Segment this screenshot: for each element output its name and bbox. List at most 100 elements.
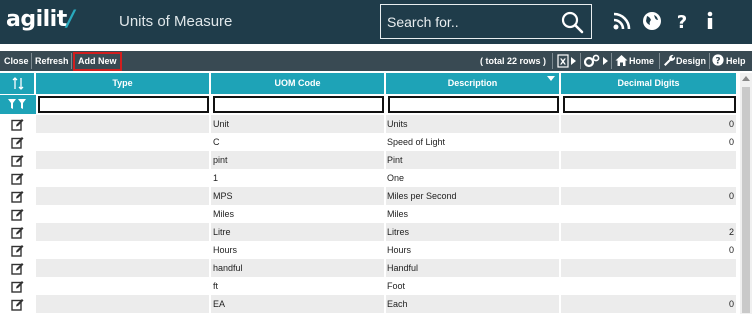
edit-cell bbox=[0, 295, 36, 313]
rss-icon[interactable] bbox=[611, 10, 633, 32]
info-icon[interactable] bbox=[699, 10, 721, 32]
edit-icon[interactable] bbox=[11, 172, 24, 185]
filter-uom-code-input[interactable] bbox=[213, 96, 384, 113]
table-row[interactable]: MPS Miles per Second 0 bbox=[0, 187, 740, 205]
filter-toggle[interactable] bbox=[0, 95, 36, 114]
close-button[interactable]: Close bbox=[1, 52, 32, 70]
column-header-decimal-digits[interactable]: Decimal Digits bbox=[561, 73, 738, 94]
cell-description: Units bbox=[386, 115, 561, 133]
table-row[interactable]: handful Handful bbox=[0, 259, 740, 277]
app-header: agilit/ Units of Measure ? bbox=[0, 0, 752, 44]
edit-icon[interactable] bbox=[11, 190, 24, 203]
sort-icon[interactable] bbox=[12, 77, 24, 90]
edit-icon[interactable] bbox=[11, 298, 24, 311]
table-row[interactable]: Unit Units 0 bbox=[0, 115, 740, 133]
cell-decimal-digits bbox=[561, 277, 738, 295]
settings-icon[interactable] bbox=[584, 54, 600, 68]
table-row[interactable]: pint Pint bbox=[0, 151, 740, 169]
cell-type bbox=[36, 223, 211, 241]
wrench-icon[interactable] bbox=[663, 54, 675, 67]
edit-icon[interactable] bbox=[11, 226, 24, 239]
cell-uom-code: MPS bbox=[211, 187, 386, 205]
toolbar-divider bbox=[709, 53, 710, 69]
edit-icon[interactable] bbox=[11, 280, 24, 293]
filter-cell-decimal-digits bbox=[561, 95, 738, 114]
edit-cell bbox=[0, 223, 36, 241]
toolbar-divider bbox=[580, 53, 581, 69]
filter-cell-uom-code bbox=[211, 95, 386, 114]
design-button[interactable]: Design bbox=[676, 52, 706, 70]
edit-icon[interactable] bbox=[11, 262, 24, 275]
svg-text:?: ? bbox=[715, 57, 720, 67]
filter-icon[interactable] bbox=[8, 99, 28, 110]
cell-type bbox=[36, 169, 211, 187]
column-header-description[interactable]: Description bbox=[386, 73, 561, 94]
cell-uom-code: ft bbox=[211, 277, 386, 295]
search-box bbox=[380, 4, 592, 39]
table-row[interactable]: 1 One bbox=[0, 169, 740, 187]
cell-description: Miles per Second bbox=[386, 187, 561, 205]
table-row[interactable]: C Speed of Light 0 bbox=[0, 133, 740, 151]
vertical-scrollbar[interactable] bbox=[740, 73, 752, 314]
home-button[interactable]: Home bbox=[629, 52, 654, 70]
caret-right-icon[interactable] bbox=[571, 57, 576, 65]
cell-decimal-digits bbox=[561, 205, 738, 223]
edit-icon[interactable] bbox=[11, 208, 24, 221]
cell-description: One bbox=[386, 169, 561, 187]
scroll-up-arrow[interactable] bbox=[742, 76, 750, 81]
help-icon[interactable]: ? bbox=[671, 10, 693, 32]
cell-decimal-digits bbox=[561, 151, 738, 169]
toolbar-divider bbox=[659, 53, 660, 69]
cell-type bbox=[36, 241, 211, 259]
svg-text:?: ? bbox=[677, 12, 687, 32]
edit-cell bbox=[0, 151, 36, 169]
app-logo[interactable]: agilit/ bbox=[6, 7, 75, 32]
edit-cell bbox=[0, 133, 36, 151]
filter-decimal-digits-input[interactable] bbox=[563, 96, 736, 113]
toolbar-divider bbox=[71, 53, 72, 69]
edit-cell bbox=[0, 115, 36, 133]
help-button[interactable]: Help bbox=[726, 52, 746, 70]
cell-decimal-digits bbox=[561, 259, 738, 277]
search-icon[interactable] bbox=[560, 10, 584, 34]
cell-decimal-digits: 0 bbox=[561, 133, 738, 151]
row-count: ( total 22 rows ) bbox=[480, 56, 547, 66]
filter-type-input[interactable] bbox=[38, 96, 209, 113]
cell-uom-code: 1 bbox=[211, 169, 386, 187]
edit-icon[interactable] bbox=[11, 136, 24, 149]
search-input[interactable] bbox=[387, 13, 547, 31]
cell-type bbox=[36, 133, 211, 151]
caret-right-icon[interactable] bbox=[603, 57, 608, 65]
edit-icon[interactable] bbox=[11, 118, 24, 131]
home-icon[interactable] bbox=[615, 54, 628, 67]
cell-uom-code: handful bbox=[211, 259, 386, 277]
filter-row bbox=[0, 95, 740, 114]
refresh-button[interactable]: Refresh bbox=[32, 52, 72, 70]
cell-description: Hours bbox=[386, 241, 561, 259]
column-header-type[interactable]: Type bbox=[36, 73, 211, 94]
filter-description-input[interactable] bbox=[388, 96, 559, 113]
cell-uom-code: Miles bbox=[211, 205, 386, 223]
globe-icon[interactable] bbox=[641, 10, 663, 32]
column-header-uom-code[interactable]: UOM Code bbox=[211, 73, 386, 94]
table-row[interactable]: Litre Litres 2 bbox=[0, 223, 740, 241]
table-row[interactable]: Miles Miles bbox=[0, 205, 740, 223]
cell-description: Handful bbox=[386, 259, 561, 277]
edit-icon[interactable] bbox=[11, 154, 24, 167]
edit-cell bbox=[0, 169, 36, 187]
table-row[interactable]: ft Foot bbox=[0, 277, 740, 295]
table-row[interactable]: Hours Hours 0 bbox=[0, 241, 740, 259]
cell-type bbox=[36, 205, 211, 223]
add-new-button[interactable]: Add New bbox=[73, 52, 122, 71]
cell-uom-code: Unit bbox=[211, 115, 386, 133]
cell-decimal-digits: 0 bbox=[561, 295, 738, 313]
export-excel-icon[interactable]: X bbox=[557, 54, 569, 68]
question-circle-icon[interactable]: ? bbox=[712, 54, 724, 66]
sort-desc-icon[interactable] bbox=[547, 76, 555, 81]
table-row[interactable]: EA Each 0 bbox=[0, 295, 740, 313]
edit-icon[interactable] bbox=[11, 244, 24, 257]
sort-column-header[interactable] bbox=[0, 73, 36, 94]
cell-decimal-digits: 0 bbox=[561, 241, 738, 259]
edit-cell bbox=[0, 277, 36, 295]
scroll-thumb[interactable] bbox=[742, 87, 750, 313]
